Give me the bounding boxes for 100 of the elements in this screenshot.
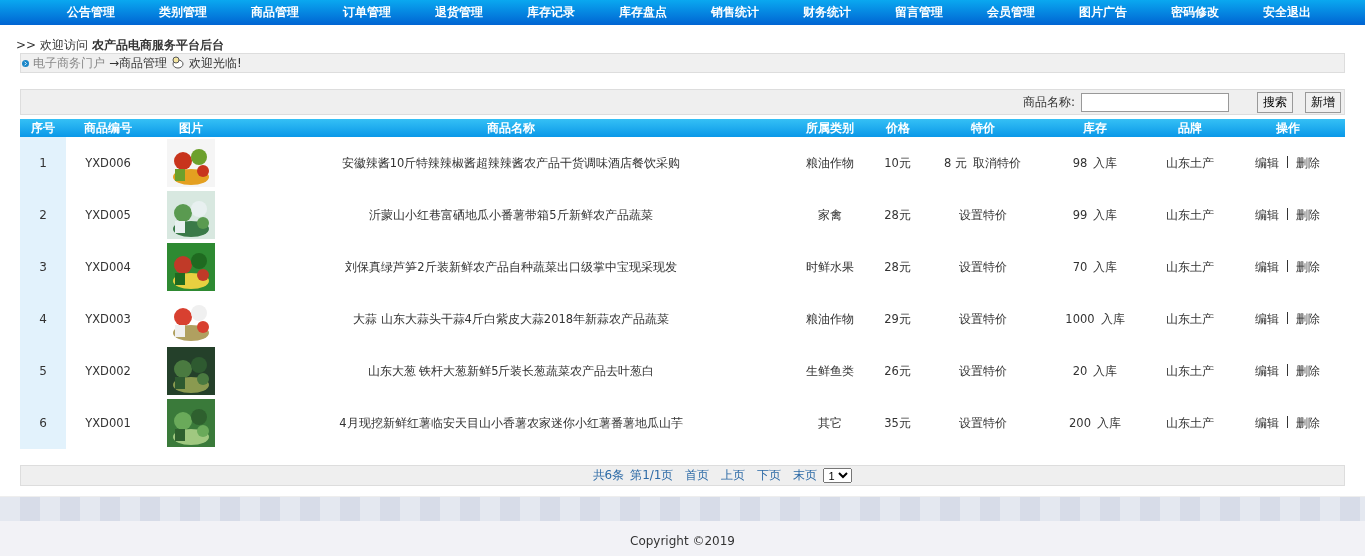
separator (1287, 207, 1288, 220)
nav-link[interactable]: 安全退出 (1241, 0, 1333, 25)
delete-link[interactable]: 删除 (1296, 311, 1320, 327)
separator (1287, 259, 1288, 272)
stock-count: 70 (1072, 259, 1088, 275)
nav-link[interactable]: 密码修改 (1149, 0, 1241, 25)
delete-link[interactable]: 删除 (1296, 207, 1320, 223)
table-cell-text: 28元 (883, 259, 912, 275)
column-header: 所属类别 (805, 120, 855, 137)
separator (1287, 311, 1288, 324)
table-cell-text: 山东土产 (1165, 415, 1215, 431)
table-cell-text: 安徽辣酱10斤特辣辣椒酱超辣辣酱农产品干货调味酒店餐饮采购 (340, 155, 682, 171)
table-cell-text: 粮油作物 (805, 311, 855, 327)
welcome-text: 欢迎访问 (40, 38, 89, 52)
column-header: 商品编号 (83, 120, 133, 137)
special-price-link[interactable]: 设置特价 (958, 415, 1007, 431)
column-header: 序号 (30, 120, 56, 137)
special-price: 8 元 (944, 155, 967, 171)
nav-link[interactable]: 退货管理 (413, 0, 505, 25)
column-header: 商品名称 (486, 120, 536, 137)
table-cell-text: YXD003 (84, 312, 132, 326)
total-count: 共6条 (592, 467, 625, 484)
search-button[interactable]: 搜索 (1257, 91, 1293, 113)
page-select[interactable]: 1 (823, 468, 853, 483)
row-number: 3 (20, 241, 66, 293)
table-cell-text: 29元 (883, 311, 912, 327)
special-price-link[interactable]: 设置特价 (958, 207, 1007, 223)
page-link[interactable]: 末页 (793, 467, 818, 484)
row-number: 5 (20, 345, 66, 397)
search-label: 商品名称: (1022, 93, 1075, 111)
table-cell-text: 山东土产 (1165, 207, 1215, 223)
special-price-link[interactable]: 设置特价 (958, 259, 1007, 275)
row-number: 6 (20, 397, 66, 449)
nav-link[interactable]: 图片广告 (1057, 0, 1149, 25)
nav-link[interactable]: 订单管理 (321, 0, 413, 25)
table-cell-text: YXD002 (84, 364, 132, 378)
stock-in-link[interactable]: 入库 (1100, 311, 1125, 327)
stock-count: 20 (1072, 363, 1088, 379)
nav-link[interactable]: 商品管理 (229, 0, 321, 25)
edit-link[interactable]: 编辑 (1255, 311, 1279, 327)
stock-in-link[interactable]: 入库 (1093, 207, 1118, 223)
table-cell-text: 生鲜鱼类 (805, 363, 855, 379)
table-cell-text: 沂蒙山小红巷富硒地瓜小番薯带箱5斤新鲜农产品蔬菜 (368, 207, 654, 223)
edit-link[interactable]: 编辑 (1255, 363, 1279, 379)
table-cell-text: YXD006 (84, 156, 132, 170)
stock-count: 99 (1072, 207, 1088, 223)
column-header: 操作 (1274, 120, 1301, 137)
stock-in-link[interactable]: 入库 (1093, 155, 1118, 171)
page-link[interactable]: 首页 (685, 467, 710, 484)
edit-link[interactable]: 编辑 (1255, 207, 1279, 223)
page-link[interactable]: 下页 (757, 467, 782, 484)
table-cell-text: 26元 (883, 363, 912, 379)
stock-in-link[interactable]: 入库 (1093, 259, 1118, 275)
special-price-link[interactable]: 取消特价 (973, 155, 1021, 171)
greeting-text: 欢迎光临! (189, 54, 242, 72)
page-link[interactable]: 上页 (721, 467, 746, 484)
edit-link[interactable]: 编辑 (1255, 155, 1279, 171)
nav-link[interactable]: 类别管理 (137, 0, 229, 25)
prompt-marker: >> (16, 38, 37, 52)
edit-link[interactable]: 编辑 (1255, 259, 1279, 275)
column-header: 特价 (969, 120, 996, 137)
delete-link[interactable]: 删除 (1296, 259, 1320, 275)
table-cell-text: YXD001 (84, 416, 132, 430)
special-price-link[interactable]: 设置特价 (958, 311, 1007, 327)
special-price-link[interactable]: 设置特价 (958, 363, 1007, 379)
stock-count: 1000 (1065, 311, 1095, 327)
page-indicator: 第1/1页 (630, 467, 674, 484)
table-cell-text: 家禽 (817, 207, 843, 223)
nav-link[interactable]: 库存盘点 (597, 0, 689, 25)
delete-link[interactable]: 删除 (1296, 155, 1320, 171)
edit-link[interactable]: 编辑 (1255, 415, 1279, 431)
add-button[interactable]: 新增 (1305, 91, 1341, 113)
search-field[interactable] (1081, 92, 1229, 112)
nav-link[interactable]: 会员管理 (965, 0, 1057, 25)
nav-link[interactable]: 销售统计 (689, 0, 781, 25)
nav-link[interactable]: 财务统计 (781, 0, 873, 25)
table-cell-text: 粮油作物 (805, 155, 855, 171)
row-number: 2 (20, 189, 66, 241)
table-cell-text: 山东土产 (1165, 259, 1215, 275)
table-cell-text: 10元 (883, 155, 912, 171)
row-number: 4 (20, 293, 66, 345)
table-cell-text: 刘保真绿芦笋2斤装新鲜农产品自种蔬菜出口级掌中宝现采现发 (344, 259, 678, 275)
table-cell-text: 4月现挖新鲜红薯临安天目山小香薯农家迷你小红薯番薯地瓜山芋 (338, 415, 684, 431)
table-cell-text: 35元 (883, 415, 912, 431)
stock-in-link[interactable]: 入库 (1093, 363, 1118, 379)
breadcrumb-current: →商品管理 (109, 54, 168, 72)
nav-link[interactable]: 留言管理 (873, 0, 965, 25)
stock-in-link[interactable]: 入库 (1096, 415, 1121, 431)
site-title: 农产品电商服务平台后台 (92, 38, 225, 52)
delete-link[interactable]: 删除 (1296, 363, 1320, 379)
separator (1287, 155, 1288, 168)
table-cell-text: 山东大葱 铁杆大葱新鲜5斤装长葱蔬菜农产品去叶葱白 (366, 363, 656, 379)
nav-link[interactable]: 公告管理 (45, 0, 137, 25)
table-cell-text: 山东土产 (1165, 155, 1215, 171)
table-cell-text: 28元 (883, 207, 912, 223)
nav-link[interactable]: 库存记录 (505, 0, 597, 25)
delete-link[interactable]: 删除 (1296, 415, 1320, 431)
separator (1287, 415, 1288, 428)
table-cell-text: YXD005 (84, 208, 132, 222)
stock-count: 98 (1072, 155, 1088, 171)
